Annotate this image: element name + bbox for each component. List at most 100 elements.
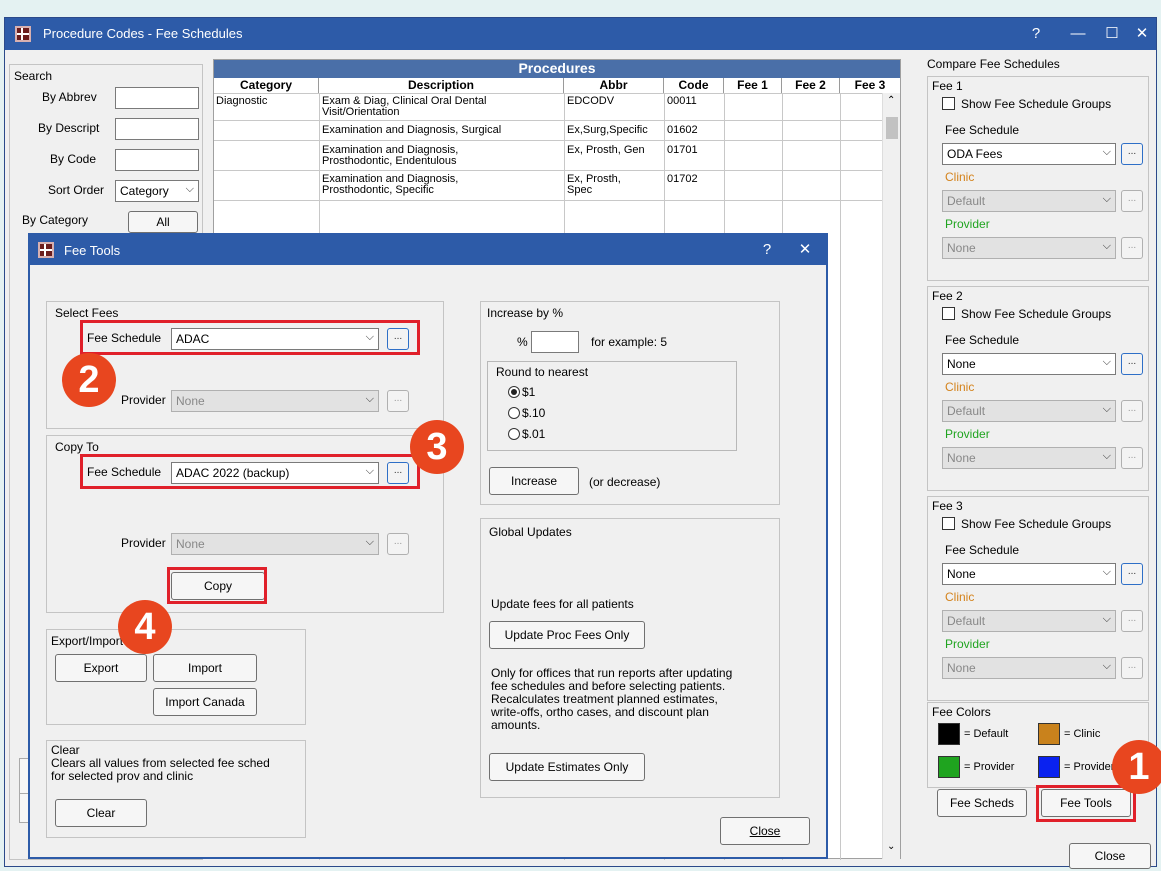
fee1-schedule-browse-button[interactable]: ... xyxy=(1121,143,1143,165)
fee3-clinic-select[interactable]: Default ⌵ xyxy=(942,610,1116,632)
update-estimates-button[interactable]: Update Estimates Only xyxy=(489,753,645,781)
row3-code[interactable]: 01701 xyxy=(667,145,722,156)
import-button[interactable]: Import xyxy=(153,654,257,682)
copy-button[interactable]: Copy xyxy=(171,572,265,600)
fee2-groups-checkbox[interactable] xyxy=(942,307,955,320)
update-proc-fees-button[interactable]: Update Proc Fees Only xyxy=(489,621,645,649)
round-title: Round to nearest xyxy=(496,365,589,379)
scroll-up-icon[interactable]: ⌃ xyxy=(887,95,895,106)
copy-provider-label: Provider xyxy=(121,536,166,550)
fee2-schedule-browse-button[interactable]: ... xyxy=(1121,353,1143,375)
fee1-clinic-select[interactable]: Default ⌵ xyxy=(942,190,1116,212)
fee-tools-close-button[interactable]: Close xyxy=(720,817,810,845)
fee3-groups-checkbox[interactable] xyxy=(942,517,955,530)
minimize-button[interactable]: — xyxy=(1067,23,1089,45)
select-fee-schedule-select[interactable]: ADAC ⌵ xyxy=(171,328,379,350)
fee2-clinic-browse-button[interactable]: ... xyxy=(1121,400,1143,422)
fee1-provider-browse-button[interactable]: ... xyxy=(1121,237,1143,259)
fee1-clinic-browse-button[interactable]: ... xyxy=(1121,190,1143,212)
fee3-groups-label: Show Fee Schedule Groups xyxy=(961,517,1112,531)
chevron-down-icon: ⌵ xyxy=(1102,450,1111,462)
row3-description[interactable]: Examination and Diagnosis, Prosthodontic… xyxy=(322,145,512,167)
fee-tools-close-icon[interactable]: ✕ xyxy=(794,239,816,261)
copy-fee-schedule-browse-button[interactable]: ... xyxy=(387,462,409,484)
fee2-clinic-select[interactable]: Default ⌵ xyxy=(942,400,1116,422)
fee3-schedule-value: None xyxy=(947,567,976,581)
fee-scheds-button[interactable]: Fee Scheds xyxy=(937,789,1027,817)
vertical-scrollbar[interactable]: ⌃ ⌄ xyxy=(882,93,900,859)
fee1-provider-select[interactable]: None ⌵ xyxy=(942,237,1116,259)
select-provider-browse-button[interactable]: ... xyxy=(387,390,409,412)
fee3-clinic-browse-button[interactable]: ... xyxy=(1121,610,1143,632)
fee-tools-button[interactable]: Fee Tools xyxy=(1041,789,1131,817)
chevron-down-icon: ⌵ xyxy=(365,393,374,405)
copy-provider-browse-button[interactable]: ... xyxy=(387,533,409,555)
fee2-provider-browse-button[interactable]: ... xyxy=(1121,447,1143,469)
row1-description[interactable]: Exam & Diag, Clinical Oral Dental Visit/… xyxy=(322,96,562,118)
col-abbr[interactable]: Abbr xyxy=(564,78,664,93)
fee2-schedule-select[interactable]: None ⌵ xyxy=(942,353,1116,375)
select-fee-schedule-value: ADAC xyxy=(176,332,210,346)
row3-abbr[interactable]: Ex, Prosth, Gen xyxy=(567,145,663,156)
default-color-swatch xyxy=(938,723,960,745)
all-button[interactable]: All xyxy=(128,211,198,233)
select-provider-select[interactable]: None ⌵ xyxy=(171,390,379,412)
col-fee2[interactable]: Fee 2 xyxy=(782,78,840,93)
row1-abbr[interactable]: EDCODV xyxy=(567,96,663,107)
main-close-button[interactable]: Close xyxy=(1069,843,1151,869)
row4-code[interactable]: 01702 xyxy=(667,174,722,185)
copy-provider-select[interactable]: None ⌵ xyxy=(171,533,379,555)
fee3-schedule-browse-button[interactable]: ... xyxy=(1121,563,1143,585)
by-descript-input[interactable] xyxy=(115,118,199,140)
by-code-label: By Code xyxy=(50,152,97,166)
fee3-schedule-select[interactable]: None ⌵ xyxy=(942,563,1116,585)
compare-title: Compare Fee Schedules xyxy=(927,57,1060,71)
fee1-groups-checkbox[interactable] xyxy=(942,97,955,110)
fee-tools-help-button[interactable]: ? xyxy=(756,239,778,261)
increase-group: Increase by % % for example: 5 Round to … xyxy=(480,301,780,505)
sort-order-select[interactable]: Category ⌵ xyxy=(115,180,199,202)
fee3-provider-select[interactable]: None ⌵ xyxy=(942,657,1116,679)
percent-example: for example: 5 xyxy=(591,335,668,349)
row4-description[interactable]: Examination and Diagnosis, Prosthodontic… xyxy=(322,174,512,196)
round-dime-radio[interactable] xyxy=(508,407,520,419)
copy-fee-schedule-select[interactable]: ADAC 2022 (backup) ⌵ xyxy=(171,462,379,484)
round-dime-label: $.10 xyxy=(522,406,546,420)
row1-code[interactable]: 00011 xyxy=(667,96,722,107)
fee1-schedule-select[interactable]: ODA Fees ⌵ xyxy=(942,143,1116,165)
export-button[interactable]: Export xyxy=(55,654,147,682)
col-category[interactable]: Category xyxy=(214,78,319,93)
divider xyxy=(214,93,900,94)
row2-code[interactable]: 01602 xyxy=(667,125,722,136)
percent-input[interactable] xyxy=(531,331,579,353)
col-code[interactable]: Code xyxy=(664,78,724,93)
row1-category[interactable]: Diagnostic xyxy=(216,96,316,107)
maximize-button[interactable]: ☐ xyxy=(1101,23,1123,45)
scroll-down-icon[interactable]: ⌄ xyxy=(887,841,895,852)
by-code-input[interactable] xyxy=(115,149,199,171)
select-fee-schedule-browse-button[interactable]: ... xyxy=(387,328,409,350)
increase-button[interactable]: Increase xyxy=(489,467,579,495)
fee1-schedule-value: ODA Fees xyxy=(947,147,1003,161)
scroll-thumb[interactable] xyxy=(886,117,898,139)
clear-button[interactable]: Clear xyxy=(55,799,147,827)
row2-description[interactable]: Examination and Diagnosis, Surgical xyxy=(322,125,562,136)
col-fee1[interactable]: Fee 1 xyxy=(724,78,782,93)
import-canada-button[interactable]: Import Canada xyxy=(153,688,257,716)
fee3-provider-browse-button[interactable]: ... xyxy=(1121,657,1143,679)
close-window-button[interactable]: ✕ xyxy=(1131,23,1153,45)
chevron-down-icon: ⌵ xyxy=(1102,660,1111,672)
round-cent-radio[interactable] xyxy=(508,428,520,440)
col-description[interactable]: Description xyxy=(319,78,564,93)
select-fees-title: Select Fees xyxy=(55,306,119,320)
round-dollar-radio[interactable] xyxy=(508,386,520,398)
by-category-label: By Category xyxy=(22,213,89,227)
row2-abbr[interactable]: Ex,Surg,Specific xyxy=(567,125,663,136)
help-button[interactable]: ? xyxy=(1025,23,1047,45)
offices-note: Only for offices that run reports after … xyxy=(491,666,733,732)
fee2-provider-select[interactable]: None ⌵ xyxy=(942,447,1116,469)
col-fee3[interactable]: Fee 3 xyxy=(840,78,900,93)
by-abbrev-input[interactable] xyxy=(115,87,199,109)
row4-abbr[interactable]: Ex, Prosth, Spec xyxy=(567,174,647,196)
fee2-provider-value: None xyxy=(947,451,976,465)
